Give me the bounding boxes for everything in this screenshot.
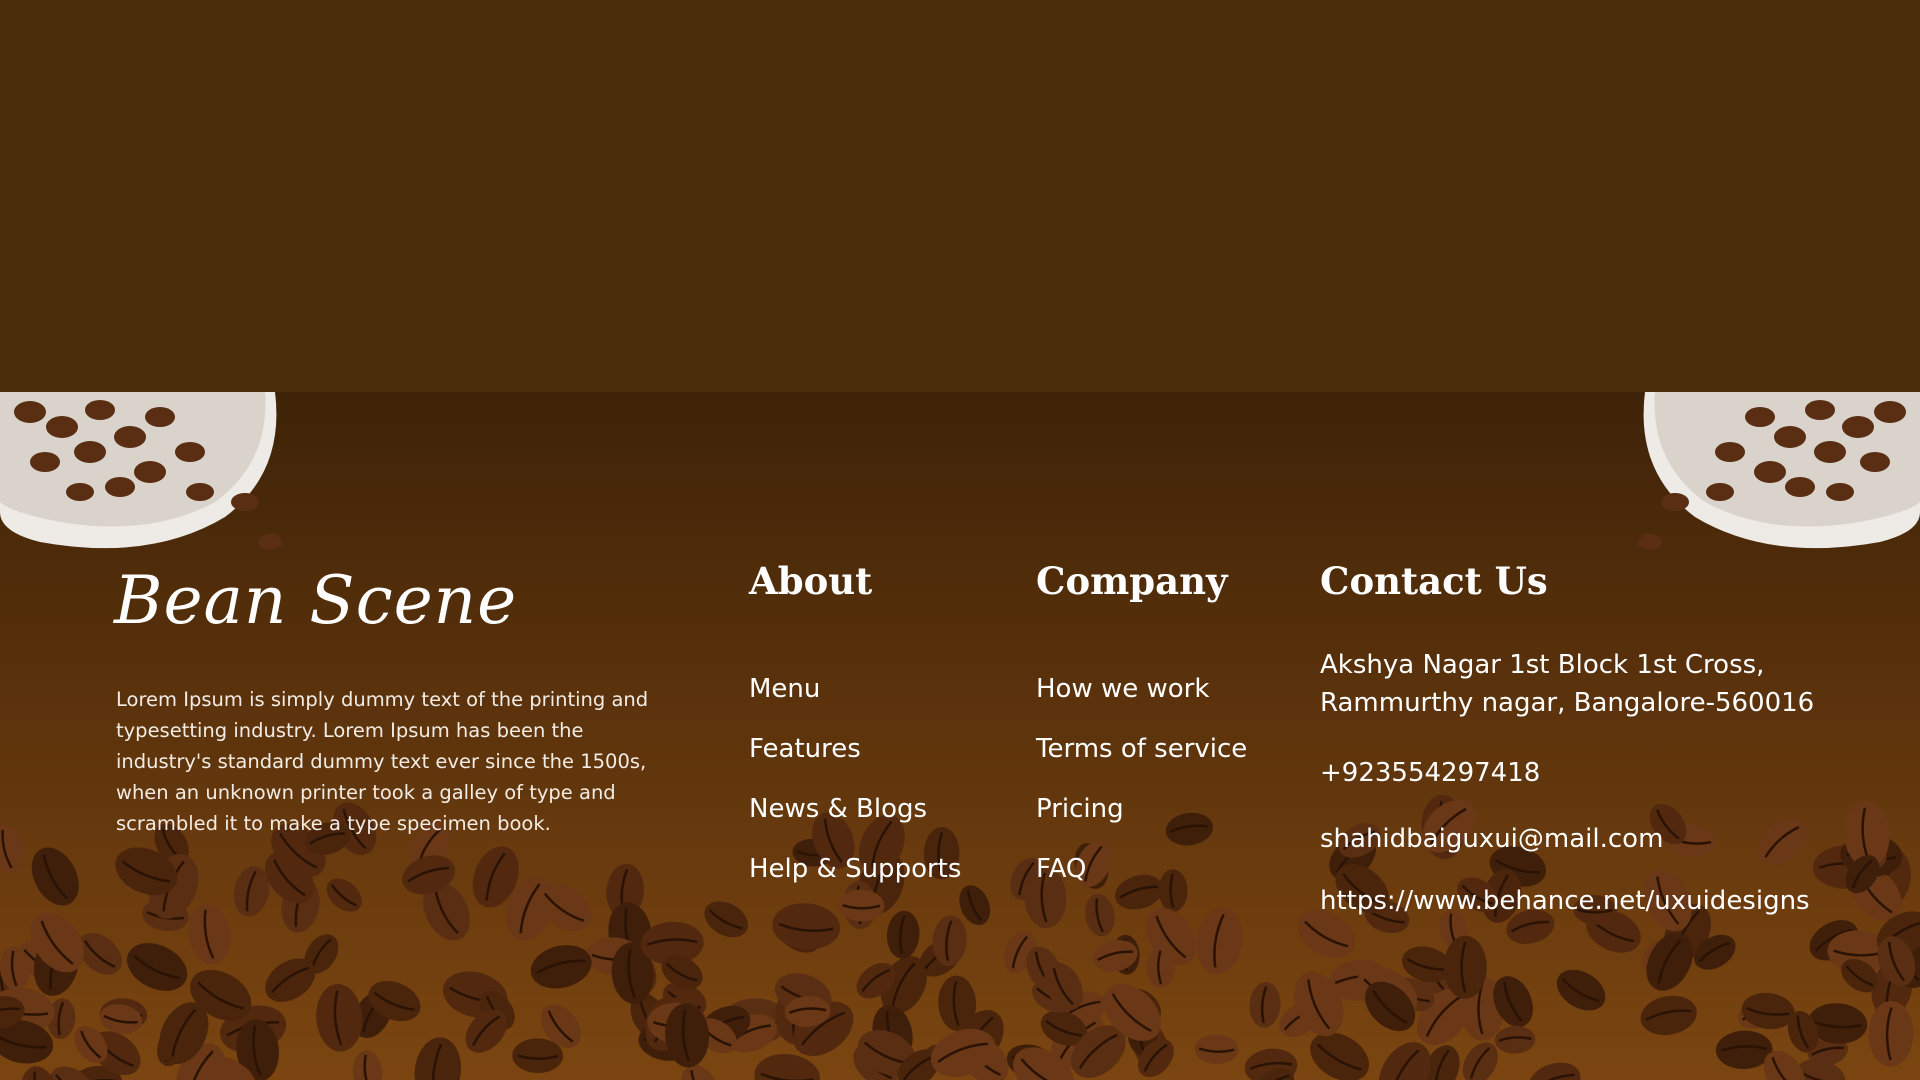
about-column: About Menu Features News & Blogs Help & …: [749, 556, 961, 884]
coffee-bowl-right-image: [1638, 392, 1920, 550]
footer-link-help-supports[interactable]: Help & Supports: [749, 854, 961, 914]
contact-website-link[interactable]: https://www.behance.net/uxuidesigns: [1320, 882, 1840, 920]
company-heading: Company: [1036, 559, 1228, 603]
site-footer: Bean Scene Lorem Ipsum is simply dummy t…: [0, 392, 1920, 1080]
top-band: [0, 0, 1920, 392]
brand-logo[interactable]: Bean Scene: [114, 562, 517, 639]
coffee-bowl-left-image: [0, 392, 282, 550]
about-paragraph: Lorem Ipsum is simply dummy text of the …: [116, 688, 649, 835]
address-line-1: Akshya Nagar 1st Block 1st Cross,: [1320, 650, 1765, 680]
about-links: Menu Features News & Blogs Help & Suppor…: [749, 674, 961, 914]
contact-phone[interactable]: +923554297418: [1320, 754, 1840, 820]
footer-link-features[interactable]: Features: [749, 734, 961, 794]
contact-address: Akshya Nagar 1st Block 1st Cross, Rammur…: [1320, 646, 1840, 754]
address-line-2: Rammurthy nagar, Bangalore-560016: [1320, 688, 1815, 718]
company-column: Company How we work Terms of service Pri…: [1036, 556, 1247, 884]
footer-link-pricing[interactable]: Pricing: [1036, 794, 1247, 854]
footer-link-menu[interactable]: Menu: [749, 674, 961, 734]
contact-heading: Contact Us: [1320, 559, 1548, 603]
about-heading: About: [749, 559, 873, 603]
company-links: How we work Terms of service Pricing FAQ: [1036, 674, 1247, 914]
contact-email[interactable]: shahidbaiguxui@mail.com: [1320, 820, 1840, 882]
footer-link-faq[interactable]: FAQ: [1036, 854, 1247, 914]
footer-link-news-blogs[interactable]: News & Blogs: [749, 794, 961, 854]
footer-link-how-we-work[interactable]: How we work: [1036, 674, 1247, 734]
contact-details: Akshya Nagar 1st Block 1st Cross, Rammur…: [1320, 646, 1840, 920]
footer-link-terms-of-service[interactable]: Terms of service: [1036, 734, 1247, 794]
contact-column: Contact Us Akshya Nagar 1st Block 1st Cr…: [1320, 556, 1814, 916]
